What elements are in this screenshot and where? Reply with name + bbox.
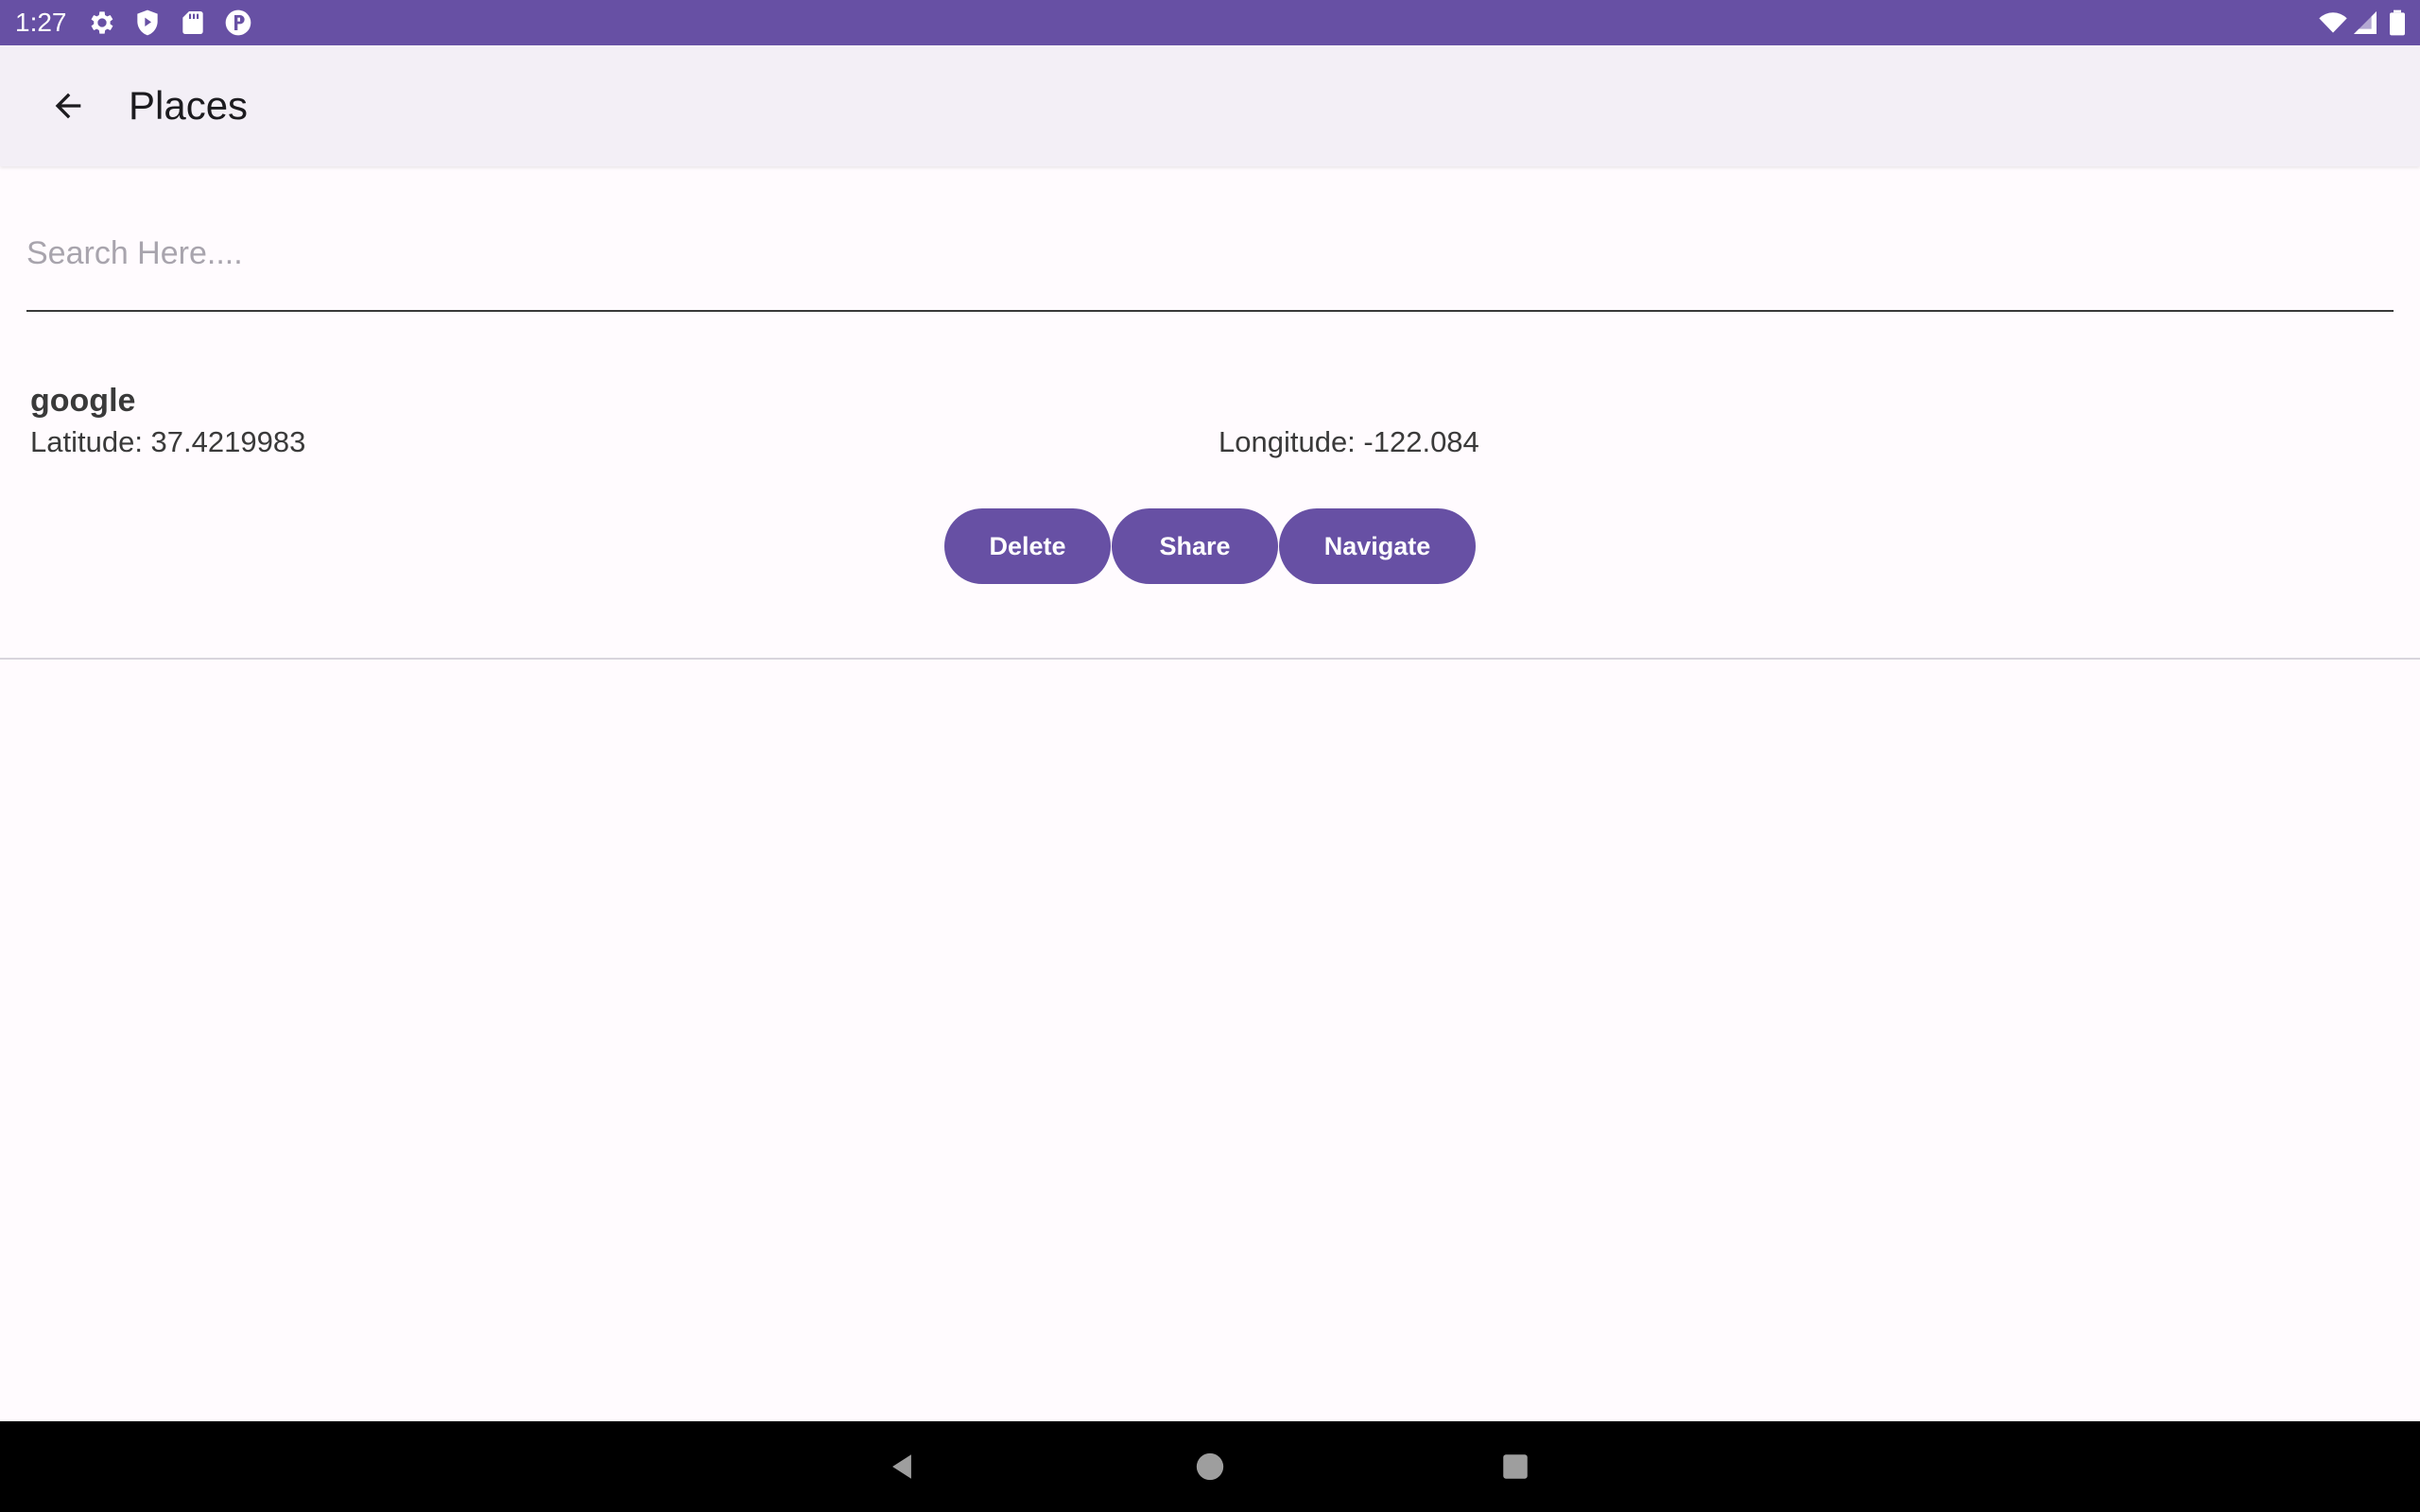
sd-card-icon (182, 11, 203, 34)
app-bar: Places (0, 45, 2420, 166)
search-input[interactable] (26, 223, 2394, 284)
p-badge-icon (225, 9, 251, 36)
search-field[interactable] (26, 208, 2394, 312)
system-navigation-bar (0, 1421, 2420, 1512)
status-bar: 1:27 (0, 0, 2420, 45)
nav-back-icon (892, 1454, 911, 1479)
status-time: 1:27 (15, 8, 67, 37)
place-latitude: Latitude: 37.4219983 (30, 425, 306, 458)
place-longitude: Longitude: -122.084 (1219, 425, 1479, 458)
arrow-back-icon (55, 93, 81, 119)
nav-home-button[interactable] (1184, 1440, 1236, 1493)
share-button[interactable]: Share (1112, 508, 1278, 584)
nav-recents-button[interactable] (1489, 1440, 1542, 1493)
shield-play-icon (137, 9, 158, 36)
place-name: google (30, 383, 136, 419)
list-item: google Latitude: 37.4219983 Longitude: -… (0, 359, 2420, 660)
nav-recents-icon (1503, 1454, 1528, 1479)
battery-icon (2390, 9, 2405, 36)
navigate-button[interactable]: Navigate (1279, 508, 1476, 584)
nav-home-icon (1196, 1452, 1224, 1481)
cellular-signal-icon (2354, 11, 2377, 34)
delete-button[interactable]: Delete (944, 508, 1111, 584)
back-button[interactable] (38, 76, 98, 136)
nav-back-button[interactable] (875, 1440, 928, 1493)
settings-icon (91, 11, 113, 34)
wifi-icon (2319, 12, 2347, 33)
page-title: Places (129, 83, 249, 128)
